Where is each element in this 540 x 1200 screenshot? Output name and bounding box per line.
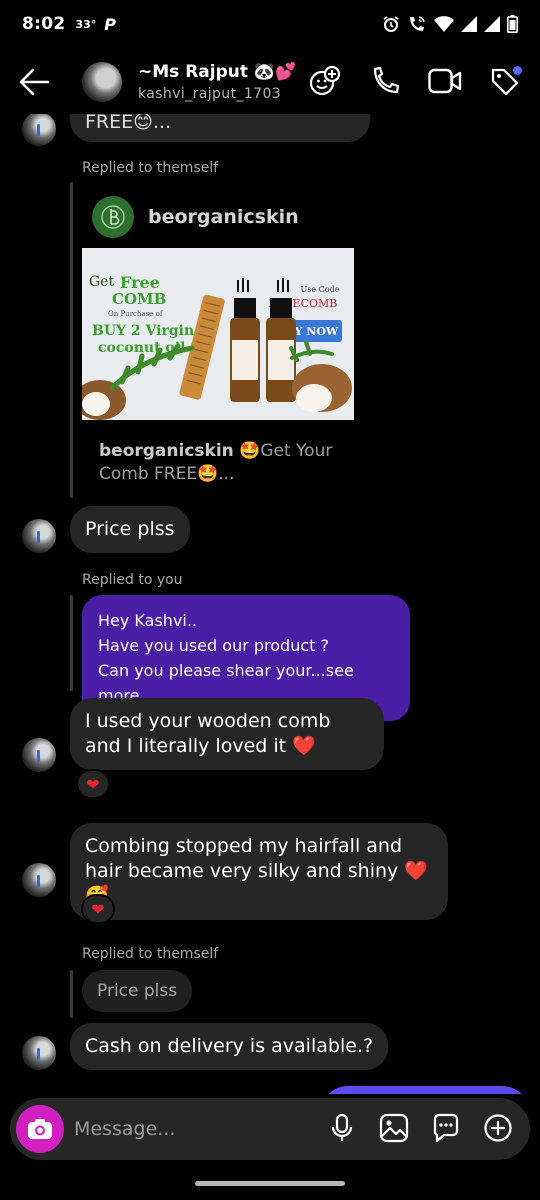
message-bubble[interactable]: Price plss (70, 506, 190, 553)
quoted-line: Hey Kashvi.. (98, 611, 198, 630)
message-bubble[interactable]: I used your wooden comb and I literally … (70, 698, 384, 770)
contact-username[interactable]: kashvi_rajput_1703 (138, 86, 281, 102)
wifi-calling-icon (410, 16, 425, 31)
caption-account: beorganicskin (99, 441, 234, 461)
signal-icon-2 (484, 16, 500, 32)
shared-post-caption[interactable]: beorganicskin 🤩Get Your Comb FREE🤩... (99, 440, 369, 486)
phone-icon[interactable] (368, 64, 402, 98)
avatar[interactable] (22, 863, 56, 897)
message-bubble[interactable]: Combing stopped my hairfall and hair bec… (70, 823, 448, 920)
camera-button[interactable] (16, 1105, 64, 1153)
sticker-icon[interactable] (430, 1112, 462, 1144)
ad-usecode-text: Use Code (301, 285, 340, 294)
ad-buy2-text: BUY 2 Virgin (92, 323, 194, 339)
brand-logo (92, 196, 134, 238)
signal-icon (461, 16, 477, 32)
quoted-message[interactable]: Price plss (82, 970, 193, 1012)
message-bubble[interactable]: FREE😊... (70, 114, 370, 142)
ad-comb-text: COMB (112, 290, 166, 308)
reply-bar (70, 182, 73, 498)
message-input[interactable] (74, 1110, 314, 1148)
avatar[interactable] (22, 738, 56, 772)
camera-icon (28, 1119, 52, 1139)
message-thread[interactable]: FREE😊... Replied to themself beorganicsk… (0, 114, 540, 1094)
own-message-bubble[interactable] (320, 1086, 530, 1094)
microphone-icon[interactable] (326, 1112, 358, 1144)
shared-post-header[interactable]: beorganicskin (92, 196, 299, 238)
quoted-line: Can you please shear your... (98, 661, 326, 680)
reply-bar (70, 595, 73, 691)
add-icon[interactable] (482, 1112, 514, 1144)
shared-post-account[interactable]: beorganicskin (148, 206, 299, 228)
tag-icon[interactable] (488, 64, 522, 98)
reply-bar (70, 970, 73, 1018)
wifi-icon (434, 16, 454, 32)
reply-label: Replied to themself (82, 946, 219, 962)
alarm-icon (383, 16, 399, 32)
contact-name[interactable]: ~Ms Rajput 🐼💕 (138, 62, 296, 82)
battery-icon (507, 15, 518, 33)
avatar[interactable] (22, 519, 56, 553)
back-arrow-icon[interactable] (18, 67, 50, 101)
avatar[interactable] (82, 62, 122, 102)
app-notification-icon: P (104, 14, 117, 34)
reply-label: Replied to you (82, 572, 183, 588)
heart-reaction[interactable]: ❤ (76, 769, 110, 799)
clock: 8:02 (22, 14, 66, 34)
message-composer (10, 1098, 530, 1160)
heart-reaction[interactable]: ❤ (81, 894, 115, 924)
message-bubble[interactable]: Cash on delivery is available.? (70, 1023, 389, 1070)
effects-icon[interactable] (308, 64, 342, 98)
status-bar: 8:02 33° P (0, 0, 540, 48)
notification-dot (513, 66, 522, 75)
shared-post-image[interactable]: Get Free COMB On Purchase of BUY 2 Virgi… (82, 248, 354, 420)
ad-purchase-text: On Purchase of (108, 310, 164, 318)
avatar[interactable] (22, 1036, 56, 1070)
temperature: 33° (75, 17, 97, 31)
reply-label: Replied to themself (82, 160, 219, 176)
ad-get-text: Get (89, 274, 114, 290)
gallery-icon[interactable] (378, 1112, 410, 1144)
avatar[interactable] (22, 114, 56, 146)
video-icon[interactable] (428, 64, 462, 98)
quoted-line: Have you used our product ? (98, 636, 329, 655)
home-indicator[interactable] (195, 1181, 345, 1186)
chat-header: ~Ms Rajput 🐼💕 kashvi_rajput_1703 (0, 50, 540, 114)
